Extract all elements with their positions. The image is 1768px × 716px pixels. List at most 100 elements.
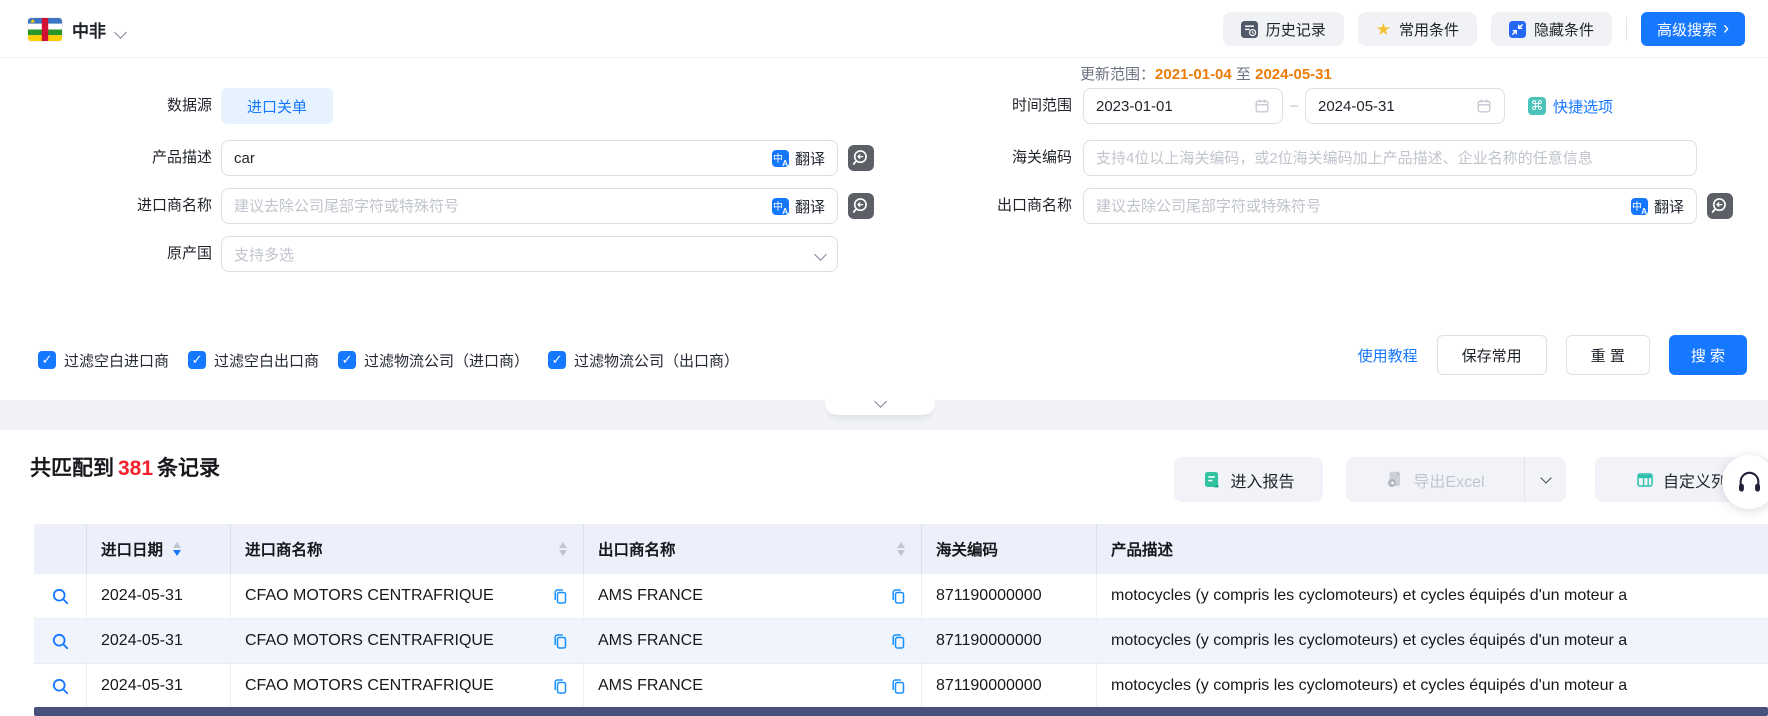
table-row[interactable]: 2024-05-31 CFAO MOTORS CENTRAFRIQUE AMS … bbox=[34, 664, 1768, 709]
quick-options-button[interactable]: ⌘ 快捷选项 bbox=[1528, 88, 1613, 124]
chevron-down-icon bbox=[816, 246, 825, 263]
header-product-desc: 产品描述 bbox=[1097, 524, 1768, 574]
table-header-row: 进口日期 进口商名称 出口商名称 海关编码 产品描述 bbox=[34, 524, 1768, 574]
customer-service-button[interactable] bbox=[1722, 455, 1768, 509]
history-button[interactable]: 历史记录 bbox=[1223, 12, 1344, 46]
calendar-icon bbox=[1254, 98, 1270, 114]
export-excel-button[interactable]: 导出Excel bbox=[1346, 457, 1525, 502]
cell-import-date: 2024-05-31 bbox=[87, 574, 231, 618]
checkbox-checked-icon[interactable]: ✓ bbox=[188, 351, 206, 369]
cell-hs-code: 871190000000 bbox=[922, 574, 1097, 618]
origin-country-label: 原产国 bbox=[0, 236, 212, 272]
filter-blank-exporter[interactable]: ✓ 过滤空白出口商 bbox=[188, 350, 319, 371]
checkbox-checked-icon[interactable]: ✓ bbox=[38, 351, 56, 369]
cell-exporter: AMS FRANCE bbox=[584, 574, 922, 618]
table-row[interactable]: 2024-05-31 CFAO MOTORS CENTRAFRIQUE AMS … bbox=[34, 574, 1768, 619]
importer-field[interactable]: 中A 翻译 bbox=[221, 188, 838, 224]
translate-icon: 中A bbox=[772, 198, 789, 215]
save-conditions-button[interactable]: 保存常用 bbox=[1437, 335, 1547, 375]
cell-hs-code: 871190000000 bbox=[922, 664, 1097, 708]
sort-icons[interactable] bbox=[559, 542, 567, 556]
copy-icon[interactable] bbox=[552, 588, 569, 605]
product-desc-input[interactable] bbox=[234, 150, 772, 167]
date-range-separator: – bbox=[1286, 88, 1302, 124]
copy-icon[interactable] bbox=[552, 678, 569, 695]
checkbox-checked-icon[interactable]: ✓ bbox=[338, 351, 356, 369]
filters-row: ✓ 过滤空白进口商 ✓ 过滤空白出口商 ✓ 过滤物流公司（进口商） ✓ 过滤物流… bbox=[38, 340, 739, 380]
cell-importer: CFAO MOTORS CENTRAFRIQUE bbox=[231, 619, 584, 663]
checkbox-checked-icon[interactable]: ✓ bbox=[548, 351, 566, 369]
cell-importer: CFAO MOTORS CENTRAFRIQUE bbox=[231, 574, 584, 618]
row-detail-magnifier-icon[interactable] bbox=[51, 632, 70, 651]
export-file-icon bbox=[1385, 470, 1404, 489]
reset-button[interactable]: 重 置 bbox=[1566, 335, 1650, 375]
copy-icon[interactable] bbox=[890, 588, 907, 605]
cell-exporter: AMS FRANCE bbox=[584, 664, 922, 708]
hide-conditions-button[interactable]: 隐藏条件 bbox=[1491, 12, 1612, 46]
copy-icon[interactable] bbox=[890, 633, 907, 650]
origin-country-select[interactable]: 支持多选 bbox=[221, 236, 838, 272]
filter-blank-importer[interactable]: ✓ 过滤空白进口商 bbox=[38, 350, 169, 371]
filter-logistics-exporter[interactable]: ✓ 过滤物流公司（出口商） bbox=[548, 350, 739, 371]
translate-button[interactable]: 中A 翻译 bbox=[772, 196, 825, 217]
match-count: 381 bbox=[114, 457, 157, 480]
similar-search-icon-button[interactable] bbox=[848, 193, 874, 219]
sort-icons[interactable] bbox=[897, 542, 905, 556]
similar-search-icon-button[interactable] bbox=[1707, 193, 1733, 219]
favorite-conditions-button[interactable]: ★ 常用条件 bbox=[1358, 12, 1477, 46]
translate-icon: 中A bbox=[772, 150, 789, 167]
export-dropdown-button[interactable] bbox=[1525, 457, 1566, 502]
date-to-field[interactable] bbox=[1305, 88, 1505, 124]
exporter-input[interactable] bbox=[1096, 198, 1631, 215]
export-excel-group: 导出Excel bbox=[1346, 457, 1566, 502]
translate-button[interactable]: 中A 翻译 bbox=[772, 148, 825, 169]
cell-hs-code: 871190000000 bbox=[922, 619, 1097, 663]
divider bbox=[1626, 17, 1627, 41]
topbar: 中非 历史记录 ★ 常用条件 隐藏条件 高级搜索 › bbox=[0, 0, 1768, 58]
importer-input[interactable] bbox=[234, 198, 772, 215]
date-to-input[interactable] bbox=[1318, 98, 1476, 115]
exporter-field[interactable]: 中A 翻译 bbox=[1083, 188, 1697, 224]
date-from-field[interactable] bbox=[1083, 88, 1283, 124]
update-range-end: 2024-05-31 bbox=[1255, 66, 1332, 83]
sort-icons[interactable] bbox=[173, 542, 181, 556]
star-icon: ★ bbox=[1376, 21, 1391, 38]
hs-code-field[interactable] bbox=[1083, 140, 1697, 176]
hs-code-label: 海关编码 bbox=[880, 140, 1072, 176]
collapse-search-panel-button[interactable] bbox=[825, 394, 935, 415]
topbar-actions: 历史记录 ★ 常用条件 隐藏条件 高级搜索 › bbox=[1223, 12, 1745, 46]
hs-code-input[interactable] bbox=[1096, 150, 1684, 167]
arrow-right-icon: › bbox=[1723, 19, 1729, 37]
country-flag-icon bbox=[28, 18, 62, 41]
translate-icon: 中A bbox=[1631, 198, 1648, 215]
copy-icon[interactable] bbox=[890, 678, 907, 695]
row-detail-magnifier-icon[interactable] bbox=[51, 677, 70, 696]
cell-exporter: AMS FRANCE bbox=[584, 619, 922, 663]
tutorial-link[interactable]: 使用教程 bbox=[1358, 345, 1418, 366]
search-button[interactable]: 搜 索 bbox=[1669, 335, 1747, 375]
product-desc-field[interactable]: 中A 翻译 bbox=[221, 140, 838, 176]
results-panel: 共匹配到381条记录 进入报告 导出Excel 自定义列 bbox=[0, 430, 1768, 716]
filter-logistics-importer[interactable]: ✓ 过滤物流公司（进口商） bbox=[338, 350, 529, 371]
data-source-tab-import[interactable]: 进口关单 bbox=[221, 88, 333, 124]
cell-import-date: 2024-05-31 bbox=[87, 664, 231, 708]
row-detail-magnifier-icon[interactable] bbox=[51, 587, 70, 606]
copy-icon[interactable] bbox=[552, 633, 569, 650]
similar-search-icon-button[interactable] bbox=[848, 145, 874, 171]
update-range-start: 2021-01-04 bbox=[1155, 66, 1232, 83]
date-from-input[interactable] bbox=[1096, 98, 1254, 115]
horizontal-scrollbar[interactable] bbox=[34, 707, 1768, 716]
translate-button[interactable]: 中A 翻译 bbox=[1631, 196, 1684, 217]
command-icon: ⌘ bbox=[1528, 97, 1546, 115]
table-row[interactable]: 2024-05-31 CFAO MOTORS CENTRAFRIQUE AMS … bbox=[34, 619, 1768, 664]
header-import-date[interactable]: 进口日期 bbox=[87, 524, 231, 574]
search-panel: 更新范围：2021-01-04 至 2024-05-31 数据源 进口关单 时间… bbox=[0, 58, 1768, 400]
country-dropdown-button[interactable] bbox=[116, 24, 125, 42]
report-icon bbox=[1202, 470, 1221, 489]
history-icon bbox=[1241, 21, 1258, 38]
header-importer-name[interactable]: 进口商名称 bbox=[231, 524, 584, 574]
data-source-label: 数据源 bbox=[0, 88, 212, 124]
header-exporter-name[interactable]: 出口商名称 bbox=[584, 524, 922, 574]
advanced-search-button[interactable]: 高级搜索 › bbox=[1641, 12, 1745, 46]
enter-report-button[interactable]: 进入报告 bbox=[1174, 457, 1323, 502]
